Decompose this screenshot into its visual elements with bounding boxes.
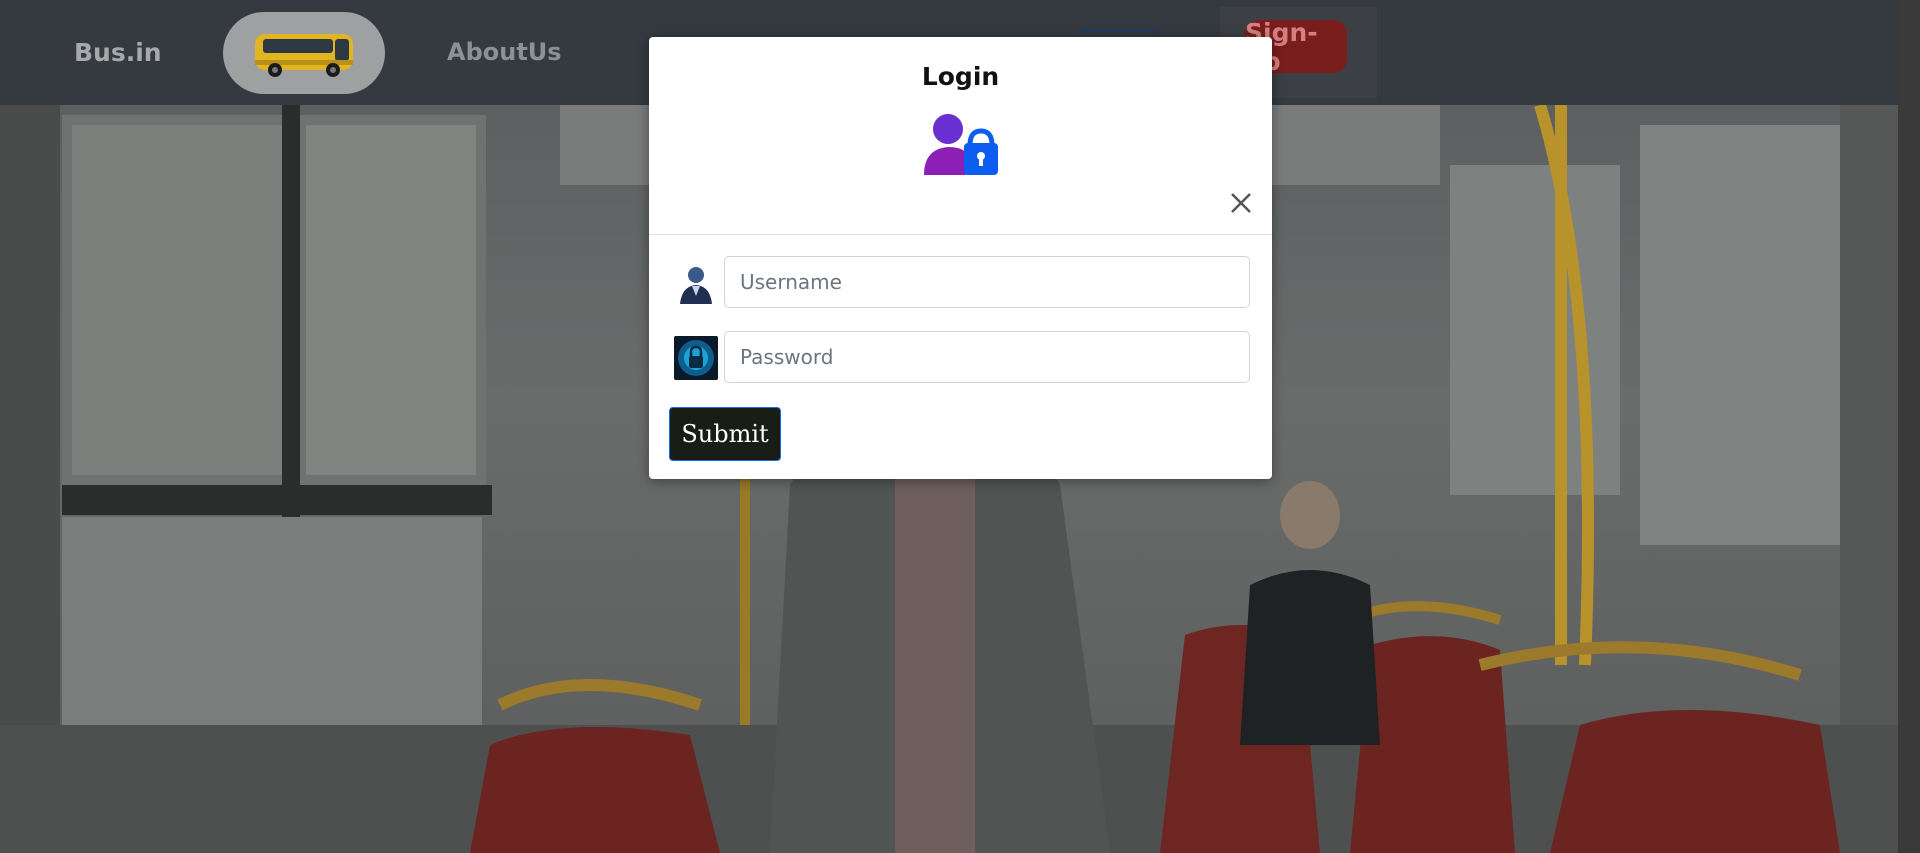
- user-avatar-icon: [680, 267, 712, 304]
- submit-button[interactable]: Submit: [669, 407, 781, 461]
- page-scrollbar[interactable]: [1898, 0, 1920, 853]
- padlock-icon: [674, 336, 718, 380]
- username-input[interactable]: [724, 256, 1250, 308]
- bus-logo-button[interactable]: [223, 12, 385, 94]
- bus-icon: [255, 34, 353, 77]
- modal-title: Login: [921, 62, 1000, 91]
- about-us-link[interactable]: AboutUs: [447, 38, 562, 66]
- password-input[interactable]: [724, 331, 1250, 383]
- login-modal: Login Submit: [649, 37, 1272, 479]
- close-button[interactable]: [1227, 189, 1255, 217]
- padlock-glow-icon: [678, 340, 714, 376]
- close-icon: [1231, 193, 1251, 213]
- modal-divider: [649, 234, 1272, 235]
- user-lock-icon: [924, 114, 998, 175]
- brand-link[interactable]: Bus.in: [74, 38, 162, 67]
